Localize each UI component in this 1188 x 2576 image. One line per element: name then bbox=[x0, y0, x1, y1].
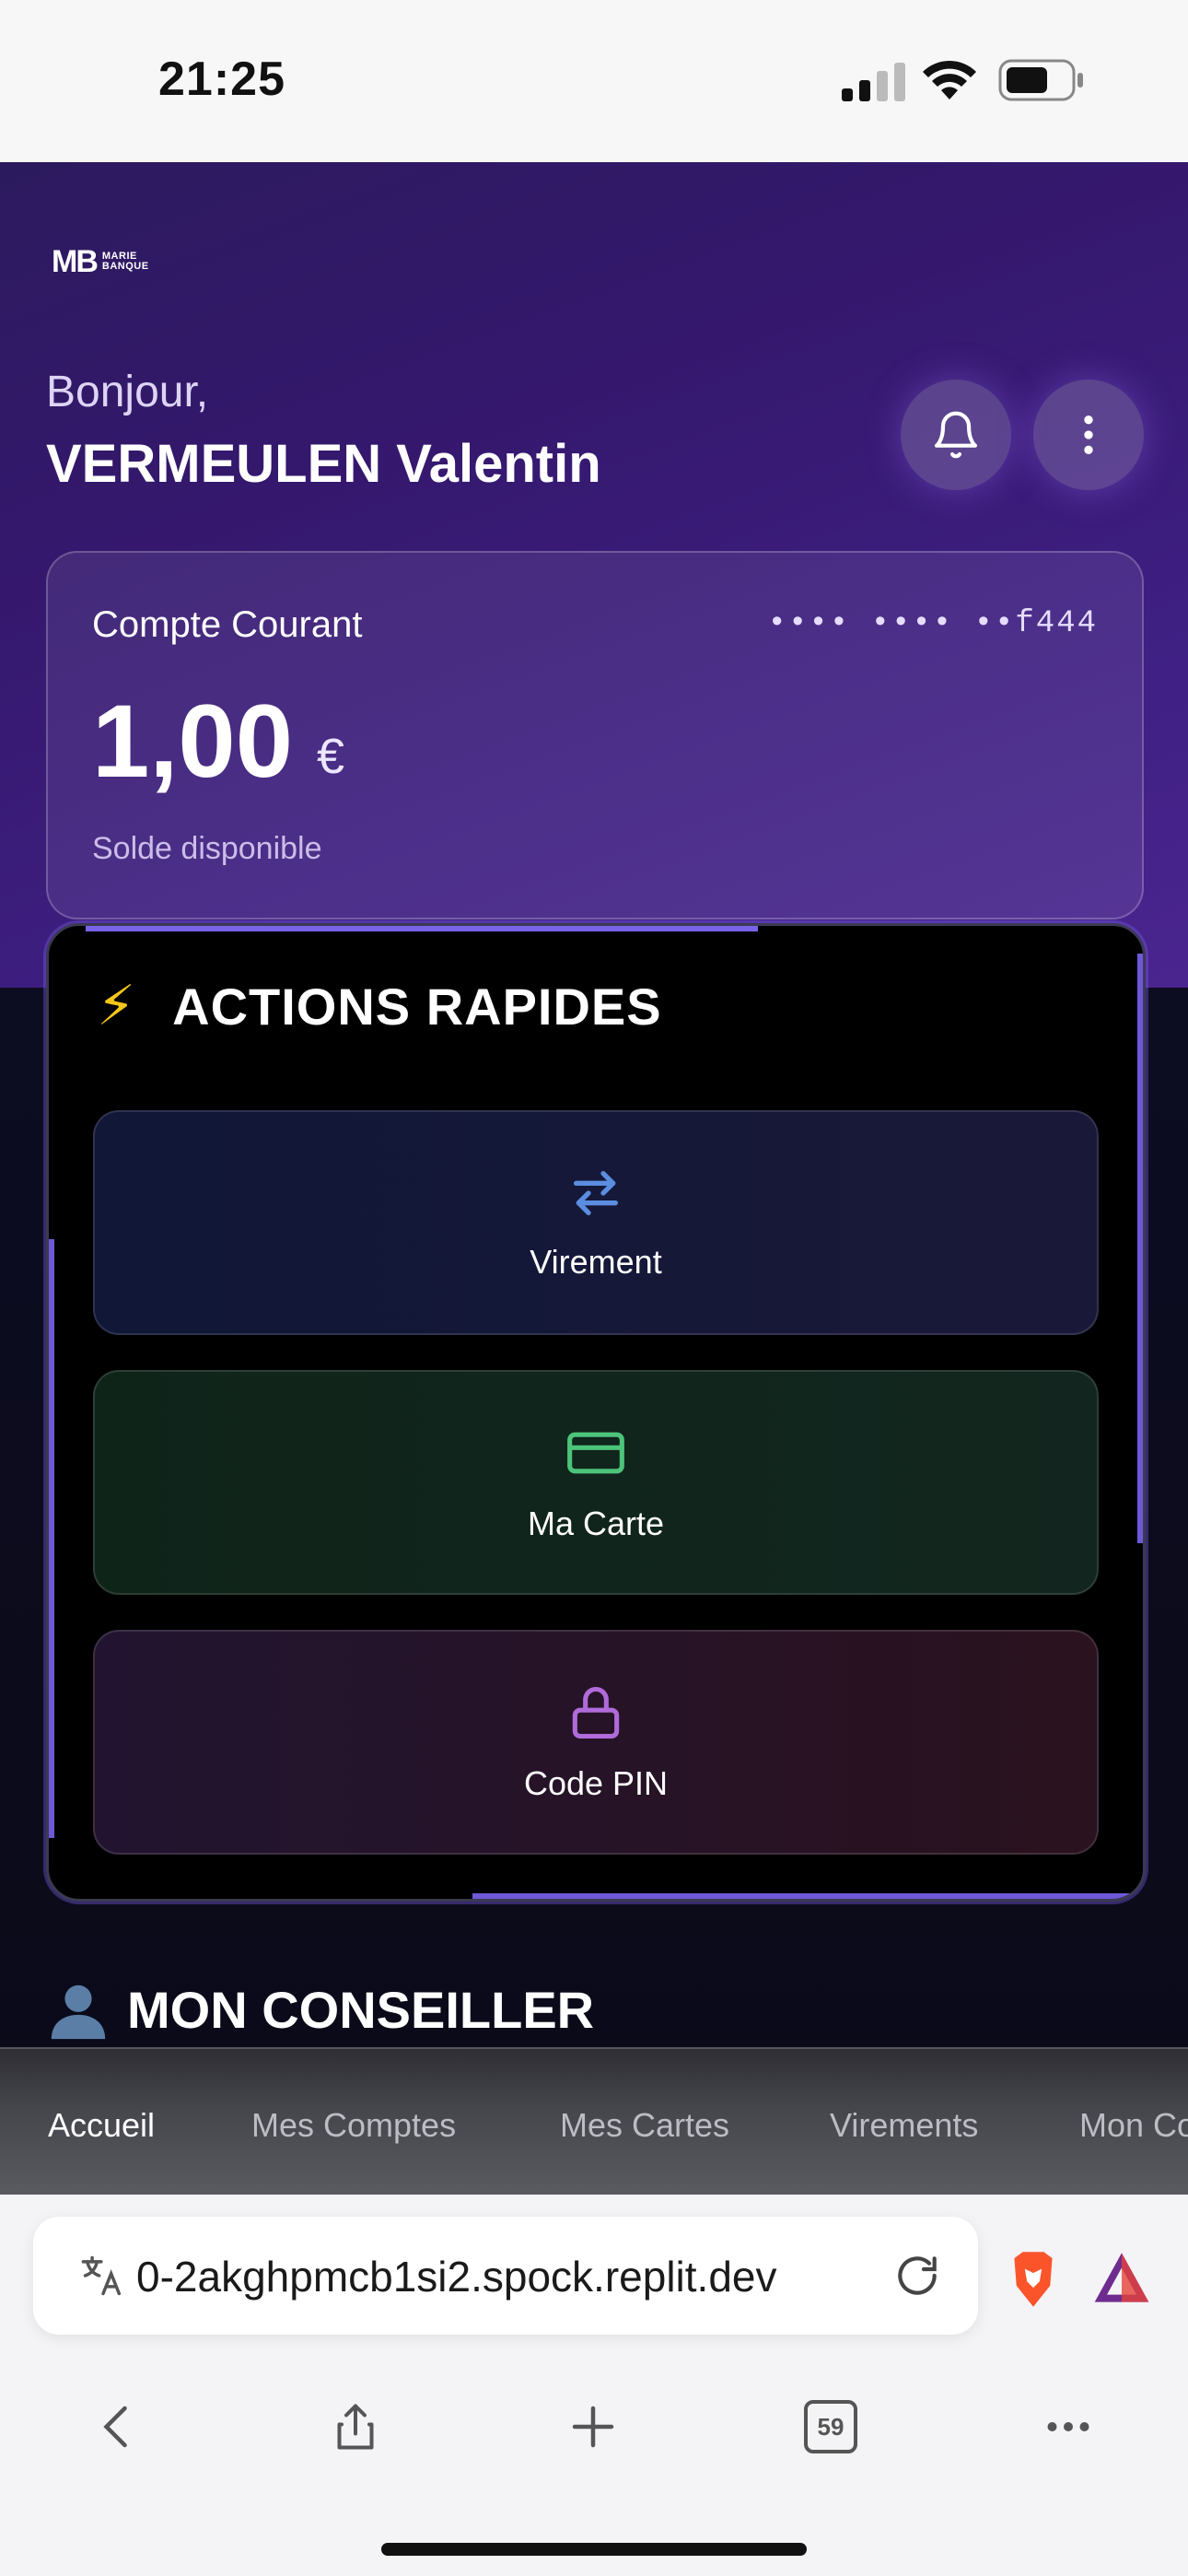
status-bar: 21:25 bbox=[0, 0, 1188, 162]
reload-icon[interactable] bbox=[891, 2250, 943, 2301]
translate-icon[interactable] bbox=[79, 2252, 127, 2300]
greeting: Bonjour, bbox=[46, 368, 209, 416]
home-indicator bbox=[381, 2543, 807, 2556]
more-menu-button[interactable] bbox=[1033, 380, 1144, 490]
tab-advisor[interactable]: Mon Co bbox=[1079, 2106, 1188, 2145]
advisor-section-header: MON CONSEILLER bbox=[46, 1977, 594, 2042]
tab-transfers[interactable]: Virements bbox=[830, 2106, 978, 2145]
battery-icon bbox=[998, 59, 1083, 101]
tab-home[interactable]: Accueil bbox=[48, 2106, 155, 2145]
border-glow bbox=[472, 1893, 1136, 1899]
banking-app: MB MARIE BANQUE Bonjour, VERMEULEN Valen… bbox=[0, 162, 1188, 2195]
address-bar[interactable]: 0-2akghpmcb1si2.spock.replit.dev bbox=[33, 2217, 978, 2335]
share-button[interactable] bbox=[319, 2390, 392, 2464]
cellular-signal-icon bbox=[842, 63, 905, 101]
credit-card-icon bbox=[567, 1432, 624, 1474]
logo-text: MARIE BANQUE bbox=[102, 252, 149, 272]
tab-accounts[interactable]: Mes Comptes bbox=[251, 2106, 456, 2145]
bottom-tab-bar: Accueil Mes Comptes Mes Cartes Virements… bbox=[0, 2047, 1188, 2195]
account-number: •••• •••• ••f444 bbox=[767, 606, 1098, 641]
wifi-icon bbox=[923, 60, 976, 100]
bank-logo[interactable]: MB MARIE BANQUE bbox=[52, 243, 149, 280]
share-icon bbox=[337, 2404, 374, 2450]
more-options-button[interactable] bbox=[1031, 2390, 1105, 2464]
logo-mark: MB bbox=[52, 243, 99, 279]
border-glow bbox=[49, 1239, 54, 1838]
url-text[interactable]: 0-2akghpmcb1si2.spock.replit.dev bbox=[136, 2252, 776, 2301]
pin-code-label: Code PIN bbox=[523, 1764, 669, 1802]
quick-actions-card: ⚡ ACTIONS RAPIDES Virement Ma Carte Code… bbox=[46, 923, 1146, 1902]
chevron-left-icon bbox=[103, 2406, 127, 2448]
account-currency: € bbox=[317, 729, 345, 784]
tab-cards[interactable]: Mes Cartes bbox=[560, 2106, 729, 2145]
transfer-arrows-icon bbox=[574, 1171, 618, 1215]
status-time: 21:25 bbox=[158, 53, 285, 106]
user-name: VERMEULEN Valentin bbox=[46, 434, 601, 494]
my-card-button[interactable]: Ma Carte bbox=[93, 1370, 1099, 1595]
quick-actions-title: ACTIONS RAPIDES bbox=[172, 977, 662, 1036]
tabs-button[interactable]: 59 bbox=[794, 2390, 868, 2464]
tab-count: 59 bbox=[817, 2412, 844, 2441]
lightning-icon: ⚡ bbox=[97, 975, 136, 1036]
browser-chrome: 0-2akghpmcb1si2.spock.replit.dev 59 bbox=[0, 2195, 1188, 2576]
more-vertical-icon bbox=[1084, 416, 1093, 454]
lock-icon bbox=[572, 1687, 620, 1739]
pin-code-button[interactable]: Code PIN bbox=[93, 1630, 1099, 1855]
quick-actions-header: ⚡ ACTIONS RAPIDES bbox=[97, 974, 662, 1038]
transfer-button[interactable]: Virement bbox=[93, 1110, 1099, 1335]
logo-line2: BANQUE bbox=[101, 261, 149, 272]
person-icon bbox=[51, 1985, 106, 2040]
transfer-label: Virement bbox=[530, 1243, 662, 1281]
new-tab-button[interactable] bbox=[556, 2390, 630, 2464]
my-card-label: Ma Carte bbox=[527, 1505, 665, 1542]
account-title: Compte Courant bbox=[92, 604, 363, 645]
back-button[interactable] bbox=[81, 2390, 155, 2464]
notifications-button[interactable] bbox=[901, 380, 1011, 490]
rewards-triangle-icon[interactable] bbox=[1092, 2250, 1151, 2305]
plus-icon bbox=[572, 2406, 614, 2448]
account-balance: 1,00 bbox=[92, 684, 293, 799]
balance-label: Solde disponible bbox=[92, 831, 322, 866]
bell-icon bbox=[934, 411, 978, 459]
more-horizontal-icon bbox=[1047, 2422, 1089, 2431]
brave-lion-icon[interactable] bbox=[1007, 2250, 1059, 2309]
advisor-title: MON CONSEILLER bbox=[127, 1980, 595, 2039]
account-card[interactable]: Compte Courant •••• •••• ••f444 1,00 € S… bbox=[46, 551, 1144, 919]
